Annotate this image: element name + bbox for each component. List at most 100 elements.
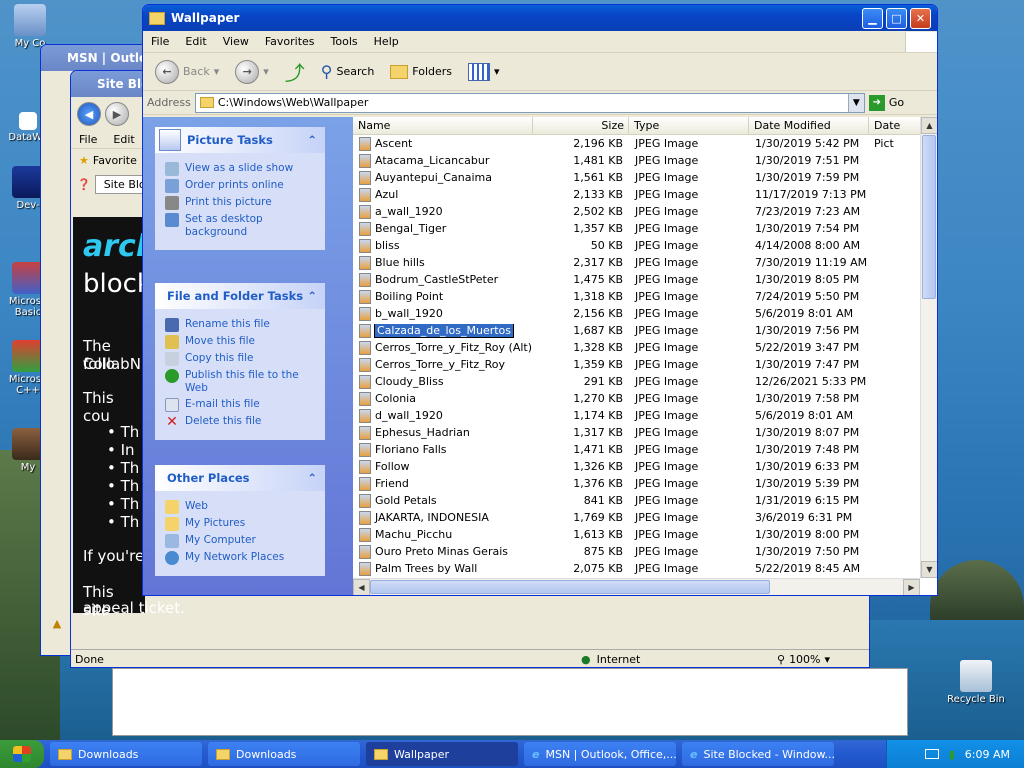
explorer-titlebar[interactable]: Wallpaper ▁ □ ✕	[143, 5, 937, 31]
file-name[interactable]: Bengal_Tiger	[375, 222, 446, 235]
address-input[interactable]: C:\Windows\Web\Wallpaper ▼	[194, 92, 865, 113]
file-row[interactable]: Machu_Picchu 1,613 KB JPEG Image 1/30/2019 …	[353, 526, 937, 543]
task-copy[interactable]: Copy this file	[165, 352, 317, 366]
desktop-icon-my-computer[interactable]: My Co	[2, 4, 58, 49]
go-button[interactable]: ➜ Go	[868, 94, 904, 111]
task-set-background[interactable]: Set as desktop background	[165, 213, 317, 239]
file-name[interactable]: Cerros_Torre_y_Fitz_Roy	[375, 358, 505, 371]
place-my-computer[interactable]: My Computer	[165, 534, 317, 548]
collapse-icon[interactable]: ⌃	[307, 289, 317, 303]
file-name[interactable]: Calzada_de_los_Muertos	[373, 323, 515, 338]
menu-view[interactable]: View	[215, 35, 257, 48]
start-button[interactable]	[0, 740, 44, 768]
file-row[interactable]: Azul 2,133 KB JPEG Image 11/17/2019 7:13 PM	[353, 186, 937, 203]
file-name[interactable]: Friend	[375, 477, 409, 490]
task-delete[interactable]: ✕ Delete this file	[165, 415, 317, 429]
up-folder-button[interactable]: ⤴	[279, 55, 311, 88]
menu-help[interactable]: Help	[366, 35, 407, 48]
search-button[interactable]: ⚲ Search	[315, 60, 381, 83]
ie-back-button[interactable]: ◀	[77, 102, 101, 126]
file-name[interactable]: Follow	[375, 460, 410, 473]
file-row[interactable]: d_wall_1920 1,174 KB JPEG Image 5/6/2019 8:…	[353, 407, 937, 424]
file-tasks-header[interactable]: File and Folder Tasks ⌃	[155, 283, 325, 309]
file-name[interactable]: Ouro Preto Minas Gerais	[375, 545, 508, 558]
collapse-icon[interactable]: ⌃	[307, 471, 317, 485]
menu-favorites[interactable]: Favorites	[257, 35, 323, 48]
place-my-pictures[interactable]: My Pictures	[165, 517, 317, 531]
file-row[interactable]: JAKARTA, INDONESIA 1,769 KB JPEG Image 3/6/…	[353, 509, 937, 526]
file-name[interactable]: Bodrum_CastleStPeter	[375, 273, 498, 286]
menu-file[interactable]: File	[143, 35, 177, 48]
scroll-left-button[interactable]: ◀	[353, 579, 370, 595]
ie-forward-button[interactable]: ▶	[105, 102, 129, 126]
task-email[interactable]: E-mail this file	[165, 398, 317, 412]
clock[interactable]: 6:09 AM	[965, 748, 1010, 761]
scroll-down-button[interactable]: ▼	[921, 561, 937, 578]
task-slide-show[interactable]: View as a slide show	[165, 162, 317, 176]
file-name[interactable]: Atacama_Licancabur	[375, 154, 489, 167]
file-row[interactable]: Bodrum_CastleStPeter 1,475 KB JPEG Image 1/…	[353, 271, 937, 288]
views-button[interactable]: ▾	[462, 61, 506, 83]
file-row[interactable]: bliss 50 KB JPEG Image 4/14/2008 8:00 AM	[353, 237, 937, 254]
task-print-picture[interactable]: Print this picture	[165, 196, 317, 210]
file-row[interactable]: Atacama_Licancabur 1,481 KB JPEG Image 1/30…	[353, 152, 937, 169]
file-row[interactable]: Floriano Falls 1,471 KB JPEG Image 1/30/201…	[353, 441, 937, 458]
file-row[interactable]: Follow 1,326 KB JPEG Image 1/30/2019 6:33 P…	[353, 458, 937, 475]
taskbar-item[interactable]: Wallpaper	[366, 742, 518, 766]
file-row[interactable]: Cerros_Torre_y_Fitz_Roy (Alt) 1,328 KB JPE…	[353, 339, 937, 356]
column-size[interactable]: Size	[533, 117, 629, 134]
task-move[interactable]: Move this file	[165, 335, 317, 349]
file-name[interactable]: Palm Trees by Wall	[375, 562, 477, 575]
scroll-right-button[interactable]: ▶	[903, 579, 920, 595]
file-row[interactable]: Friend 1,376 KB JPEG Image 1/30/2019 5:39 P…	[353, 475, 937, 492]
task-publish[interactable]: Publish this file to the Web	[165, 369, 317, 395]
back-button[interactable]: ← Back ▾	[149, 58, 225, 86]
file-row[interactable]: Ascent 2,196 KB JPEG Image 1/30/2019 5:42 P…	[353, 135, 937, 152]
file-name[interactable]: d_wall_1920	[375, 409, 443, 422]
file-name[interactable]: Boiling Point	[375, 290, 443, 303]
file-name[interactable]: a_wall_1920	[375, 205, 443, 218]
file-row[interactable]: Ephesus_Hadrian 1,317 KB JPEG Image 1/30/20…	[353, 424, 937, 441]
taskbar-item[interactable]: Downloads	[50, 742, 202, 766]
column-date-picture[interactable]: Date Pict	[869, 117, 921, 150]
horizontal-scrollbar[interactable]: ◀ ▶	[353, 578, 920, 595]
file-row[interactable]: Blue hills 2,317 KB JPEG Image 7/30/2019 11…	[353, 254, 937, 271]
task-rename[interactable]: Rename this file	[165, 318, 317, 332]
network-tray-icon[interactable]: ▮	[949, 748, 955, 761]
file-row[interactable]: Palm Trees by Wall 2,075 KB JPEG Image 5/22…	[353, 560, 937, 577]
file-row[interactable]: Bengal_Tiger 1,357 KB JPEG Image 1/30/2019 …	[353, 220, 937, 237]
file-row[interactable]: Colonia 1,270 KB JPEG Image 1/30/2019 7:58 …	[353, 390, 937, 407]
collapse-icon[interactable]: ⌃	[307, 133, 317, 147]
file-name[interactable]: Auyantepui_Canaima	[375, 171, 492, 184]
file-name[interactable]: Azul	[375, 188, 398, 201]
close-button[interactable]: ✕	[910, 8, 931, 29]
file-row[interactable]: Boiling Point 1,318 KB JPEG Image 7/24/2019…	[353, 288, 937, 305]
desktop-icon-recycle-bin[interactable]: Recycle Bin	[944, 660, 1008, 705]
file-row[interactable]: Auyantepui_Canaima 1,561 KB JPEG Image 1/30…	[353, 169, 937, 186]
file-row[interactable]: Ouro Preto Minas Gerais 875 KB JPEG Image 1…	[353, 543, 937, 560]
column-name[interactable]: Name	[353, 117, 533, 134]
file-name[interactable]: Colonia	[375, 392, 416, 405]
file-name[interactable]: Blue hills	[375, 256, 425, 269]
file-name[interactable]: b_wall_1920	[375, 307, 443, 320]
explorer-window[interactable]: Wallpaper ▁ □ ✕ File Edit View Favorites…	[142, 4, 938, 596]
folders-button[interactable]: Folders	[384, 63, 458, 81]
maximize-button[interactable]: □	[886, 8, 907, 29]
scroll-up-button[interactable]: ▲	[921, 117, 937, 134]
other-places-header[interactable]: Other Places ⌃	[155, 465, 325, 491]
address-dropdown[interactable]: ▼	[847, 93, 864, 112]
taskbar-item[interactable]: Downloads	[208, 742, 360, 766]
file-name[interactable]: Ephesus_Hadrian	[375, 426, 470, 439]
taskbar-item[interactable]: e Site Blocked - Window...	[682, 742, 834, 766]
vertical-scrollbar[interactable]: ▲ ▼	[920, 117, 937, 578]
task-order-prints[interactable]: Order prints online	[165, 179, 317, 193]
file-name[interactable]: Cloudy_Bliss	[375, 375, 444, 388]
file-name[interactable]: JAKARTA, INDONESIA	[375, 511, 489, 524]
taskbar-item[interactable]: e MSN | Outlook, Office,...	[524, 742, 676, 766]
place-network[interactable]: My Network Places	[165, 551, 317, 565]
file-name[interactable]: bliss	[375, 239, 400, 252]
file-row[interactable]: Cloudy_Bliss 291 KB JPEG Image 12/26/2021 5…	[353, 373, 937, 390]
menu-edit[interactable]: Edit	[177, 35, 214, 48]
file-row[interactable]: a_wall_1920 2,502 KB JPEG Image 7/23/2019 7…	[353, 203, 937, 220]
picture-tasks-header[interactable]: Picture Tasks ⌃	[155, 127, 325, 153]
